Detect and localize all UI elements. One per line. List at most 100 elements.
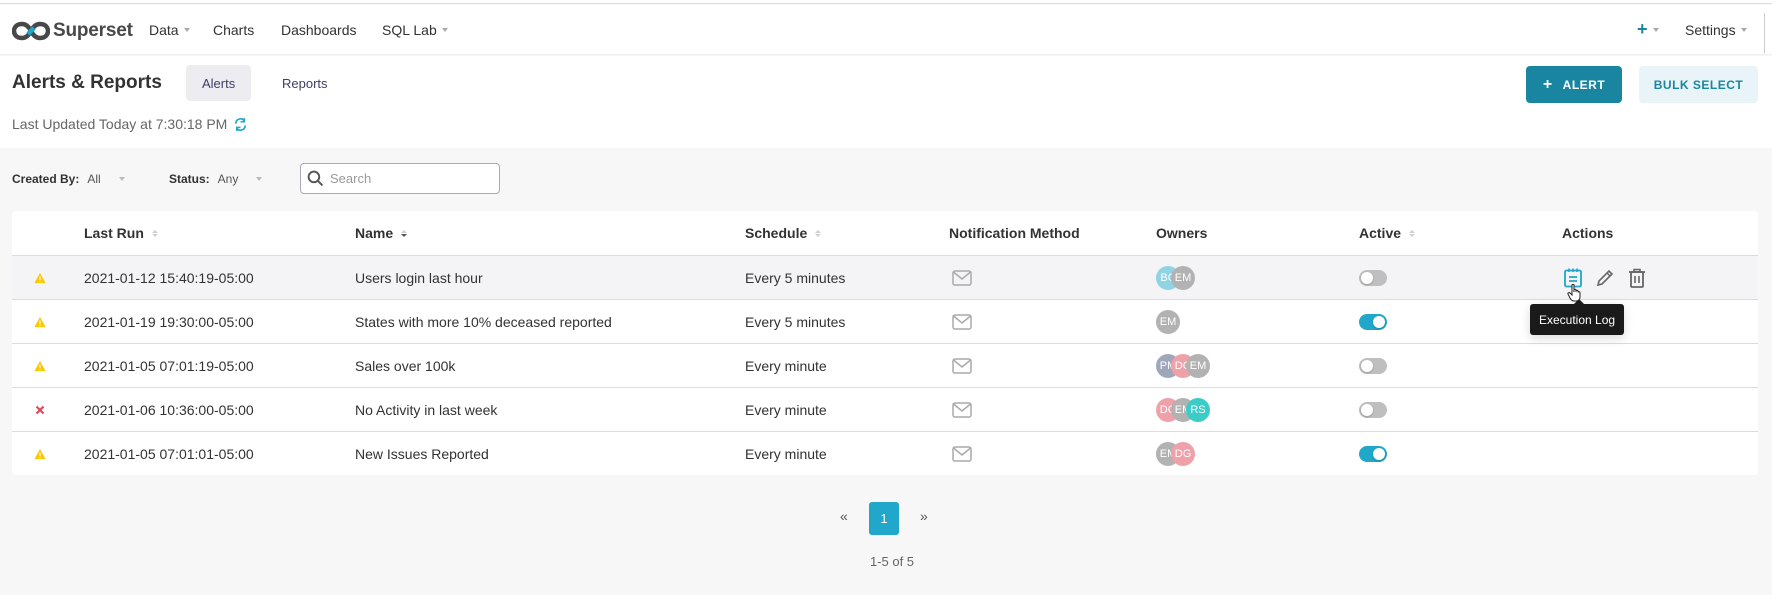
table-row[interactable]: 2021-01-05 07:01:19-05:00 Sales over 100k…	[12, 343, 1758, 387]
created-by-filter[interactable]: Created By: All	[12, 163, 125, 195]
table-row[interactable]: 2021-01-06 10:36:00-05:00 No Activity in …	[12, 387, 1758, 431]
name-cell: Sales over 100k	[355, 357, 456, 374]
column-header-active[interactable]: Active	[1359, 225, 1416, 241]
column-header-schedule[interactable]: Schedule	[745, 225, 822, 241]
alerts-table: Last Run Name Schedule Notification Meth…	[12, 211, 1758, 475]
chevron-down-icon	[118, 177, 125, 181]
chevron-down-icon	[183, 28, 190, 32]
edit-pencil-icon[interactable]	[1594, 267, 1616, 289]
settings-label: Settings	[1685, 22, 1736, 38]
active-toggle[interactable]	[1359, 313, 1387, 330]
created-by-label: Created By:	[12, 172, 80, 186]
notification-cell	[952, 432, 972, 475]
active-toggle[interactable]	[1359, 269, 1387, 286]
last-updated: Last Updated Today at 7:30:18 PM	[12, 116, 248, 132]
active-cell	[1359, 256, 1387, 299]
owner-avatar[interactable]: EM	[1156, 309, 1180, 334]
new-menu[interactable]: +	[1637, 19, 1659, 40]
last-run-cell: 2021-01-06 10:36:00-05:00	[84, 401, 254, 418]
settings-menu[interactable]: Settings	[1685, 22, 1747, 38]
email-icon	[952, 357, 972, 374]
window-top-border	[0, 0, 1772, 4]
add-alert-button[interactable]: + ALERT	[1526, 66, 1622, 103]
plus-icon: +	[1637, 19, 1648, 39]
status-filter[interactable]: Status: Any	[169, 163, 263, 195]
schedule-cell: Every minute	[745, 357, 827, 374]
column-header-name[interactable]: Name	[355, 225, 408, 241]
column-header-notification-method: Notification Method	[949, 225, 1080, 241]
page-header: Alerts & Reports Alerts Reports Last Upd…	[0, 56, 1772, 148]
last-updated-text: Last Updated Today at 7:30:18 PM	[12, 116, 228, 132]
schedule-cell: Every minute	[745, 401, 827, 418]
tab-reports[interactable]: Reports	[266, 65, 344, 101]
table-row[interactable]: 2021-01-12 15:40:19-05:00 Users login las…	[12, 255, 1758, 299]
scrollbar-divider	[1764, 13, 1765, 53]
email-icon	[952, 313, 972, 330]
email-icon	[952, 401, 972, 418]
column-label: Name	[355, 225, 394, 241]
active-cell	[1359, 300, 1387, 343]
toggle-knob	[1361, 359, 1373, 372]
owner-avatar[interactable]: DG	[1171, 441, 1195, 466]
status-cell	[34, 256, 46, 299]
page-1-button[interactable]: 1	[869, 502, 899, 535]
active-toggle[interactable]	[1359, 401, 1387, 418]
toggle-knob	[1373, 447, 1385, 460]
owner-avatar[interactable]: EM	[1186, 353, 1210, 378]
nav-charts[interactable]: Charts	[213, 22, 254, 38]
column-header-last-run[interactable]: Last Run	[84, 225, 158, 241]
search-input[interactable]	[330, 171, 490, 186]
owner-initials: EM	[1159, 315, 1177, 328]
active-toggle[interactable]	[1359, 357, 1387, 374]
delete-trash-icon[interactable]	[1626, 267, 1648, 289]
pagination: « 1 »	[0, 502, 1772, 535]
owner-avatar[interactable]: EM	[1171, 265, 1195, 290]
owners-cell: PM DG EM	[1156, 344, 1210, 387]
error-x-icon	[35, 405, 45, 414]
column-label: Notification Method	[949, 225, 1080, 241]
last-run-cell: 2021-01-05 07:01:01-05:00	[84, 445, 254, 462]
sort-desc-icon	[401, 229, 408, 237]
nav-sql-lab[interactable]: SQL Lab	[382, 22, 448, 38]
warning-icon	[34, 272, 46, 283]
active-toggle[interactable]	[1359, 445, 1387, 462]
notification-cell	[952, 388, 972, 431]
brand-logo[interactable]: Superset	[12, 20, 133, 42]
owner-initials: EM	[1174, 271, 1192, 284]
nav-dashboards[interactable]: Dashboards	[281, 22, 357, 38]
execution-log-tooltip: Execution Log	[1530, 299, 1625, 335]
owner-avatar[interactable]: RS	[1186, 397, 1210, 422]
nav-dashboards-label: Dashboards	[281, 22, 357, 38]
bulk-select-button[interactable]: BULK SELECT	[1639, 66, 1758, 103]
toggle-knob	[1373, 315, 1385, 328]
nav-charts-label: Charts	[213, 22, 255, 38]
refresh-icon[interactable]	[233, 117, 248, 132]
next-page-button[interactable]: »	[920, 508, 928, 524]
column-label: Owners	[1156, 225, 1208, 241]
status-value: Any	[217, 172, 239, 186]
column-label: Active	[1359, 225, 1402, 241]
prev-page-button[interactable]: «	[840, 508, 848, 524]
status-label: Status:	[169, 172, 210, 186]
owners-cell: DG EM RS	[1156, 388, 1210, 431]
email-icon	[952, 269, 972, 286]
column-label: Last Run	[84, 225, 144, 241]
table-row[interactable]: 2021-01-05 07:01:01-05:00 New Issues Repo…	[12, 431, 1758, 475]
status-cell	[34, 388, 46, 431]
tab-alerts[interactable]: Alerts	[186, 65, 252, 101]
nav-data[interactable]: Data	[149, 22, 190, 38]
superset-logo-icon	[12, 21, 50, 41]
name-cell: States with more 10% deceased reported	[355, 313, 612, 330]
table-row[interactable]: 2021-01-19 19:30:00-05:00 States with mor…	[12, 299, 1758, 343]
search-field[interactable]	[300, 163, 500, 194]
owner-initials: EM	[1189, 359, 1207, 372]
plus-icon: +	[1542, 75, 1553, 93]
schedule-cell: Every 5 minutes	[745, 269, 846, 286]
sort-icon	[815, 229, 822, 237]
owner-initials: RS	[1190, 403, 1206, 416]
name-cell: No Activity in last week	[355, 401, 498, 418]
column-label: Actions	[1562, 225, 1614, 241]
chevron-down-icon	[441, 28, 448, 32]
active-cell	[1359, 432, 1387, 475]
warning-icon	[34, 448, 46, 459]
